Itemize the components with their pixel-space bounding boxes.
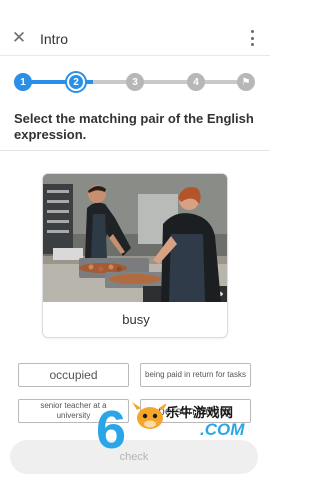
cow-mascot-icon: 6 xyxy=(96,400,168,460)
step-finish xyxy=(237,73,255,91)
close-icon[interactable] xyxy=(11,30,27,46)
lesson-progress: 1 2 3 4 xyxy=(14,71,256,93)
step-1: 1 xyxy=(14,73,32,91)
option-being-paid[interactable]: being paid in return for tasks xyxy=(140,363,251,387)
divider xyxy=(0,150,270,151)
watermark-com-text: .COM xyxy=(200,420,245,439)
step-2: 2 xyxy=(67,73,85,91)
option-occupied[interactable]: occupied xyxy=(18,363,129,387)
step-3: 3 xyxy=(126,73,144,91)
card-word: busy xyxy=(122,312,150,327)
svg-text:6: 6 xyxy=(96,400,126,458)
flag-icon xyxy=(242,77,251,88)
top-bar: Intro xyxy=(0,0,270,56)
instruction-text: Select the matching pair of the English … xyxy=(14,111,254,142)
step-4: 4 xyxy=(187,73,205,91)
chefs-kitchen-photo xyxy=(43,174,227,302)
watermark-logo: 6 乐牛游戏网 .COM xyxy=(96,396,266,460)
more-vert-icon[interactable] xyxy=(247,30,257,46)
watermark-text: 乐牛游戏网 xyxy=(166,405,234,420)
page-title: Intro xyxy=(40,31,69,47)
word-card: busy xyxy=(42,173,228,338)
